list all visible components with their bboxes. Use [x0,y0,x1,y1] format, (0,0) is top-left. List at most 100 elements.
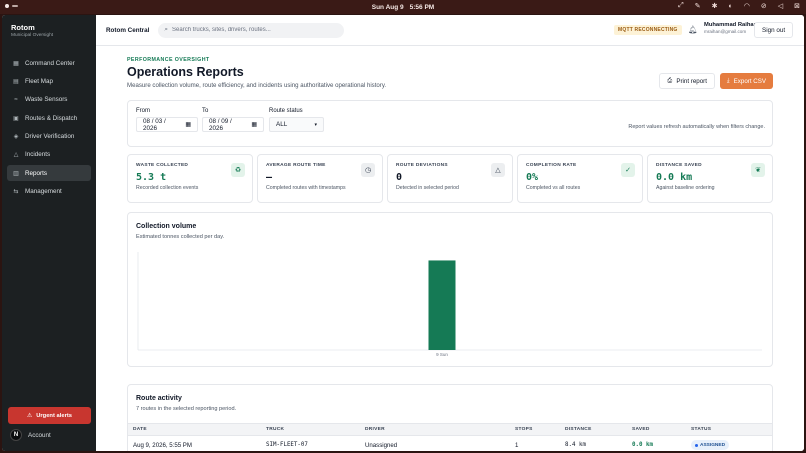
to-date-value: 08 / 09 / 2026 [209,117,232,132]
organization-name: Rotom Central [106,26,150,34]
avatar: N [10,429,22,441]
kpi-label: ROUTE DEVIATIONS [396,163,448,168]
account-link[interactable]: N Account [10,429,51,441]
kpi-card-completion-rate: COMPLETION RATE 0% Completed vs all rout… [517,154,643,203]
calendar-icon[interactable]: ▦ [185,121,191,128]
table-header: DATE TRUCK DRIVER STOPS DISTANCE SAVED S… [128,423,772,436]
column-header-driver[interactable]: DRIVER [365,427,385,432]
column-header-stops[interactable]: STOPS [515,427,533,432]
leaf-icon: ❦ [751,163,765,177]
column-header-distance[interactable]: DISTANCE [565,427,592,432]
activity-title: Route activity [136,395,182,402]
volume-icon[interactable]: ◁ [778,2,783,10]
warning-icon: △ [491,163,505,177]
accessibility-icon[interactable]: ✱ [712,2,718,10]
print-report-button[interactable]: ⎙ Print report [659,73,715,89]
sidebar-item-fleet-map[interactable]: ▤ Fleet Map [7,73,91,89]
brand: Rotom Municipal Oversight [2,15,96,44]
kpi-hint: Detected in selected period [396,185,459,191]
filter-to: To 08 / 09 / 2026 ▦ [202,108,264,132]
sidebar-item-routes-dispatch[interactable]: ▣ Routes & Dispatch [7,110,91,126]
expand-icon[interactable]: ⤢ [678,2,684,10]
search-box[interactable]: ⌕ [158,22,345,38]
calendar-icon[interactable]: ▦ [251,121,257,128]
from-date-value: 08 / 03 / 2026 [143,117,166,132]
app-window: Rotom Municipal Oversight ▦ Command Cent… [2,15,804,451]
kpi-card-route-deviations: ROUTE DEVIATIONS 0 Detected in selected … [387,154,513,203]
row-date: Aug 9, 2026, 5:55 PM [133,442,192,449]
urgent-alerts-label: Urgent alerts [36,412,72,419]
export-csv-label: Export CSV [733,77,766,85]
alert-icon: △ [13,152,19,159]
sign-out-button[interactable]: Sign out [754,22,794,38]
sidebar-item-management[interactable]: ⇆ Management [7,184,91,200]
sidebar-item-incidents[interactable]: △ Incidents [7,147,91,163]
kpi-card-waste-collected: WASTE COLLECTED 5.3 t Recorded collectio… [127,154,253,203]
close-icon[interactable]: ⊠ [794,2,800,10]
filter-note: Report values refresh automatically when… [628,124,765,130]
kpi-value: 0.0 km [656,172,693,183]
sidebar-item-reports[interactable]: ▥ Reports [7,165,91,182]
route-status-select[interactable]: ALL ▾ [269,117,324,132]
sidebar-item-driver-verification[interactable]: ◈ Driver Verification [7,129,91,145]
sidebar-item-label: Reports [25,169,48,177]
sidebar-item-label: Fleet Map [25,77,53,85]
mute-icon[interactable]: ⊘ [761,2,767,10]
user-name: Muhammad Raihan [704,22,758,28]
route-status-label: Route status [269,108,303,114]
bell-icon[interactable]: 🔔︎ [688,25,698,34]
user-profile[interactable]: Muhammad Raihan mraihan@gmail.com [704,22,758,35]
kpi-label: WASTE COLLECTED [136,163,189,168]
row-truck: SIM-FLEET-07 [266,442,308,448]
clock-icon: ◷ [361,163,375,177]
kpi-hint: Recorded collection events [136,185,199,191]
sidebar-item-label: Command Center [25,59,75,67]
kpi-label: COMPLETION RATE [526,163,577,168]
toggle-icon[interactable]: ◐ [729,3,733,10]
account-label: Account [28,431,51,439]
export-csv-button[interactable]: ⤓ Export CSV [719,73,773,89]
sidebar-item-label: Management [25,188,62,196]
kpi-cards: WASTE COLLECTED 5.3 t Recorded collectio… [127,154,773,203]
status-label: ASSIGNED [700,442,726,448]
collection-volume-chart: 9 Sun [137,252,762,357]
kpi-hint: Completed vs all routes [526,185,581,191]
from-date-input[interactable]: 08 / 03 / 2026 ▦ [136,117,198,132]
brand-name: Rotom [11,23,35,32]
column-header-status[interactable]: STATUS [691,427,711,432]
status-badge: ASSIGNED [691,440,730,450]
chart-bar[interactable] [428,260,456,350]
pen-icon[interactable]: ✎ [695,2,701,10]
column-header-date[interactable]: DATE [133,427,147,432]
menubar-clock[interactable]: Sun Aug 9 5:56 PM [372,4,434,11]
table-row[interactable]: Aug 9, 2026, 5:55 PM SIM-FLEET-07 Unassi… [128,436,772,451]
filter-from: From 08 / 03 / 2026 ▦ [136,108,198,132]
sliders-icon: ⇆ [13,189,19,196]
column-header-truck[interactable]: TRUCK [266,427,284,432]
column-header-saved[interactable]: SAVED [632,427,650,432]
row-stops: 1 [515,442,519,449]
sidebar-item-command-center[interactable]: ▦ Command Center [7,55,91,71]
wifi-icon[interactable]: ◠ [744,2,750,10]
kpi-label: AVERAGE ROUTE TIME [266,163,326,168]
to-date-input[interactable]: 08 / 09 / 2026 ▦ [202,117,264,132]
page-eyebrow: PERFORMANCE OVERSIGHT [127,57,210,63]
activity-subtitle: 7 routes in the selected reporting perio… [136,406,237,412]
filter-panel: From 08 / 03 / 2026 ▦ To 08 / 09 / 2026 … [127,100,773,147]
map-icon: ▤ [13,78,19,85]
from-label: From [136,108,150,114]
route-status-value: ALL [276,121,288,128]
sidebar-item-waste-sensors[interactable]: ≈ Waste Sensors [7,92,91,108]
sidebar: Rotom Municipal Oversight ▦ Command Cent… [2,15,96,451]
urgent-alerts-button[interactable]: ⚠ Urgent alerts [8,407,91,424]
row-driver: Unassigned [365,442,398,449]
row-distance: 8.4 km [565,442,586,448]
download-icon: ⤓ [726,77,730,84]
sidebar-nav: ▦ Command Center ▤ Fleet Map ≈ Waste Sen… [2,55,96,200]
search-input[interactable] [172,27,338,33]
check-circle-icon: ✓ [621,163,635,177]
row-saved: 0.0 km [632,442,653,448]
menubar-time: 5:56 PM [409,3,435,11]
kpi-card-average-route-time: AVERAGE ROUTE TIME — Completed routes wi… [257,154,383,203]
page-actions: ⎙ Print report ⤓ Export CSV [659,73,773,89]
